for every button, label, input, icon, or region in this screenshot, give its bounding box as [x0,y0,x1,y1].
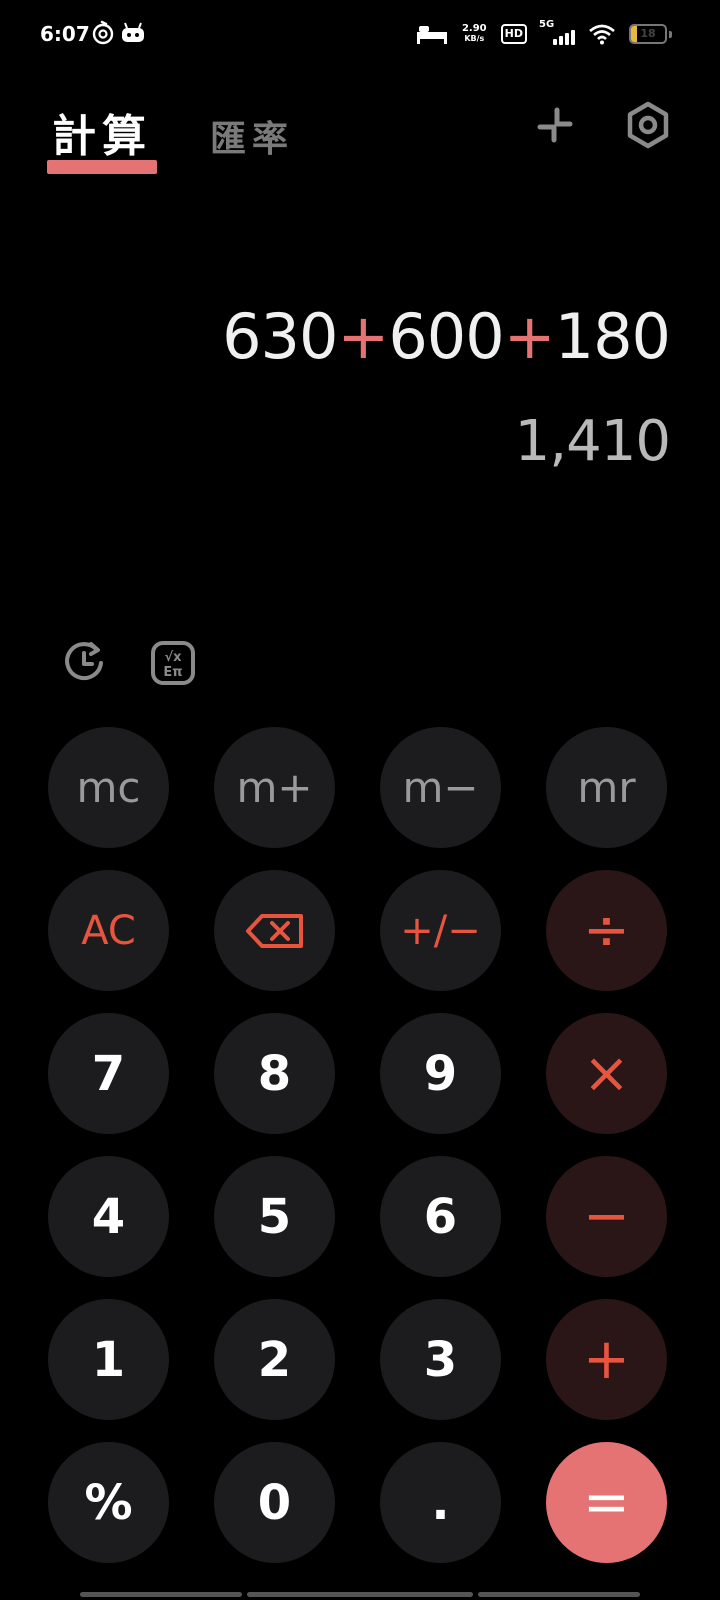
digit-1-button[interactable]: 1 [48,1299,169,1420]
battery-icon: 18 [629,24,667,44]
netease-music-icon [90,20,116,46]
net-speed-value: 2.90 [461,23,487,34]
sign-toggle-button[interactable]: +/− [380,870,501,991]
status-time: 6:07 [40,22,90,46]
expression-operator: + [503,300,556,373]
digit-3-button[interactable]: 3 [380,1299,501,1420]
svg-text:√x: √x [164,650,182,665]
digit-9-button[interactable]: 9 [380,1013,501,1134]
net-speed: 2.90 KB/s [462,24,487,44]
equals-button[interactable]: = [546,1442,667,1563]
divide-button[interactable]: ÷ [546,870,667,991]
expression-operand: 600 [388,300,504,373]
nav-gesture-bar [80,1592,242,1597]
tab-exchange-rate[interactable]: 匯率 [210,110,294,162]
collapse-icon[interactable] [530,100,580,150]
status-bar: 6:07 2.90 KB/s HD 5G 18 [0,0,720,70]
digit-0-button[interactable]: 0 [214,1442,335,1563]
keypad: mc m+ m− mr AC +/− ÷ 7 8 9 × 4 5 6 − 1 2… [48,727,672,1563]
nav-gesture-bar [478,1592,640,1597]
scientific-icon[interactable]: √x Eπ [150,640,196,686]
expression-operand: 180 [554,300,671,373]
percent-button[interactable]: % [48,1442,169,1563]
digit-7-button[interactable]: 7 [48,1013,169,1134]
ac-button[interactable]: AC [48,870,169,991]
svg-text:Eπ: Eπ [163,665,182,680]
multiply-button[interactable]: × [546,1013,667,1134]
m-plus-button[interactable]: m+ [214,727,335,848]
battery-level: 18 [640,27,656,40]
mc-button[interactable]: mc [48,727,169,848]
history-icon[interactable] [61,640,107,686]
result-display: 1,410 [514,409,671,474]
nav-gesture-bar [247,1592,473,1597]
plus-button[interactable]: + [546,1299,667,1420]
expression-operator: + [337,300,389,373]
net-speed-unit: KB/s [464,34,485,43]
game-controller-icon [120,20,146,46]
expression-display: 630+600+180 [222,300,671,373]
backspace-button[interactable] [214,870,335,991]
signal-strength-icon: 5G [539,19,575,45]
expression-operand: 630 [222,300,338,373]
digit-5-button[interactable]: 5 [214,1156,335,1277]
digit-4-button[interactable]: 4 [48,1156,169,1277]
bed-icon [416,26,447,44]
tab-calculate[interactable]: 計算 [52,100,152,164]
minus-button[interactable]: − [546,1156,667,1277]
status-right-group: 2.90 KB/s HD 5G 18 [416,18,672,50]
active-tab-indicator [47,160,157,174]
settings-icon[interactable] [623,100,673,150]
backspace-icon [245,913,303,948]
digit-6-button[interactable]: 6 [380,1156,501,1277]
mr-button[interactable]: mr [546,727,667,848]
decimal-point-button[interactable]: . [380,1442,501,1563]
m-minus-button[interactable]: m− [380,727,501,848]
wifi-icon [589,24,615,45]
digit-8-button[interactable]: 8 [214,1013,335,1134]
digit-2-button[interactable]: 2 [214,1299,335,1420]
network-gen: 5G [539,19,555,30]
hd-badge: HD [500,24,527,44]
